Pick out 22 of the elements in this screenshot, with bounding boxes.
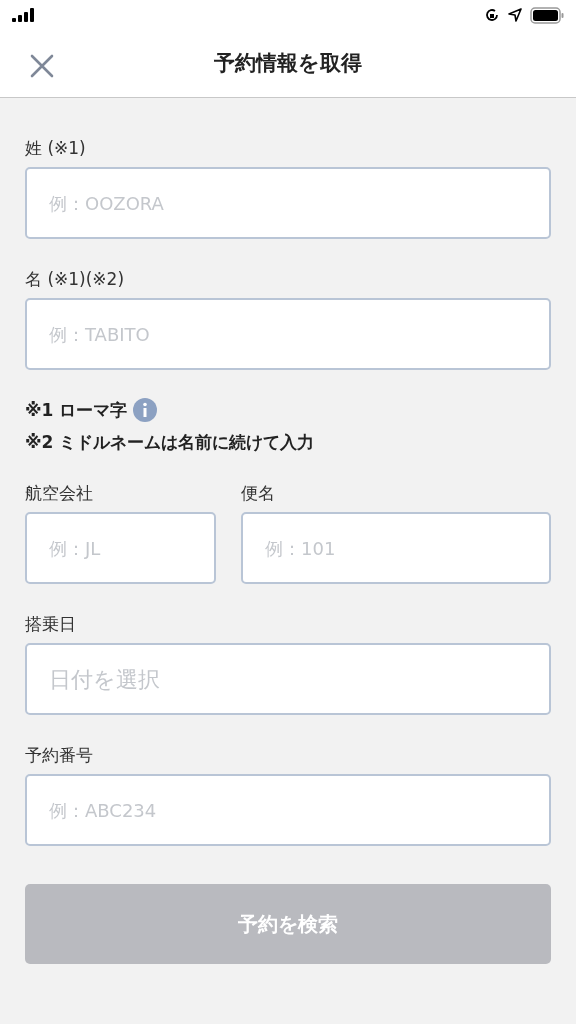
input-field[interactable]: 例：TABITO xyxy=(25,298,551,370)
close-button[interactable] xyxy=(28,52,56,80)
field-label: 搭乗日 xyxy=(25,614,77,634)
input-field[interactable]: 例：OOZORA xyxy=(25,167,551,239)
location-arrow-icon xyxy=(508,8,522,22)
rotation-lock-icon xyxy=(484,7,500,23)
field-label: 姓 (※1) xyxy=(25,138,87,158)
field-label: 名 (※1)(※2) xyxy=(25,269,126,289)
page-title: 予約情報を取得 xyxy=(214,49,362,77)
input-field[interactable]: 例：JL xyxy=(25,512,216,584)
signal-icon xyxy=(12,8,36,22)
close-icon xyxy=(30,54,54,78)
field-label: 便名 xyxy=(241,483,276,503)
note-text: ※1 ローマ字 xyxy=(25,399,128,421)
input-field[interactable]: 例：ABC234 xyxy=(25,774,551,846)
field-label: 予約番号 xyxy=(25,745,94,765)
battery-icon xyxy=(530,6,564,24)
info-icon[interactable] xyxy=(133,398,158,422)
field-label: 航空会社 xyxy=(25,483,94,503)
note-text: ※2 ミドルネームは名前に続けて入力 xyxy=(25,431,315,453)
input-field[interactable]: 例：101 xyxy=(241,512,551,584)
date-field[interactable]: 日付を選択 xyxy=(25,643,551,715)
